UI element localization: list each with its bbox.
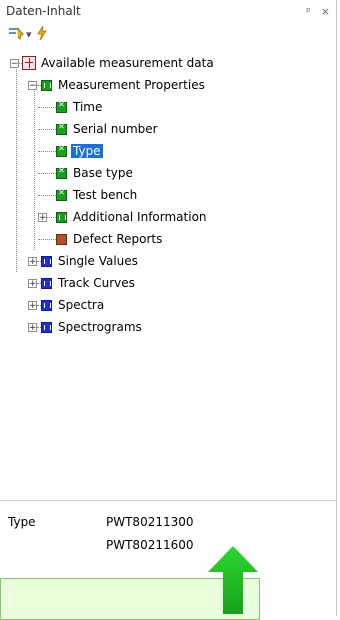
details-value-1: PWT80211300: [106, 515, 194, 529]
measurement-tree: − Available measurement data − Measureme…: [10, 52, 330, 338]
up-arrow-icon: [208, 546, 258, 614]
filter-tool-button[interactable]: ▾: [8, 26, 32, 43]
green-check-icon: [56, 166, 67, 179]
tree-item-label: Defect Reports: [73, 232, 163, 246]
green-check-icon: [56, 188, 67, 201]
pin-icon[interactable]: ᵖ: [306, 5, 311, 18]
tree-item-defect-reports[interactable]: Defect Reports: [10, 228, 330, 250]
filter-tool-icon: [8, 26, 24, 43]
grid-data-icon: [22, 56, 36, 70]
tree-item-label: Measurement Properties: [58, 78, 205, 92]
collapse-toggle[interactable]: −: [28, 80, 37, 90]
tree-item-spectra[interactable]: + Spectra: [10, 294, 330, 316]
defect-report-icon: [56, 233, 67, 245]
details-value-2: PWT80211600: [106, 538, 194, 552]
lightning-tool-button[interactable]: [36, 25, 48, 43]
tree-item-spectrograms[interactable]: + Spectrograms: [10, 316, 330, 338]
collapse-toggle[interactable]: −: [10, 58, 19, 68]
tree-item-label: Single Values: [58, 254, 138, 268]
tree-item-label: Spectrograms: [58, 320, 142, 334]
lightning-icon: [36, 25, 48, 43]
tree-item-label: Track Curves: [58, 276, 135, 290]
titlebar-buttons: ᵖ ×: [306, 5, 330, 18]
tree-item-additional-information[interactable]: + Additional Information: [10, 206, 330, 228]
close-icon[interactable]: ×: [321, 5, 330, 18]
green-check-icon: [56, 100, 67, 113]
panel-title: Daten-Inhalt: [6, 4, 81, 18]
tree-item-label: Additional Information: [73, 210, 207, 224]
tree-item-label-selected: Type: [71, 144, 103, 158]
details-field-name: Type: [8, 515, 36, 529]
tree-item-label: Base type: [73, 166, 133, 180]
panel-titlebar: Daten-Inhalt ᵖ ×: [0, 0, 336, 22]
tree-item-single-values[interactable]: + Single Values: [10, 250, 330, 272]
chevron-down-icon: ▾: [26, 27, 32, 41]
tree-item-base-type[interactable]: Base type: [10, 162, 330, 184]
tree-item-label: Spectra: [58, 298, 105, 312]
green-folder-icon: [56, 211, 67, 223]
tree-item-time[interactable]: Time: [10, 96, 330, 118]
blue-folder-icon: [41, 255, 52, 267]
data-content-panel: Daten-Inhalt ᵖ × ▾ − Available measureme…: [0, 0, 337, 617]
expand-toggle[interactable]: +: [28, 300, 37, 310]
tree-item-track-curves[interactable]: + Track Curves: [10, 272, 330, 294]
green-folder-icon: [41, 79, 52, 91]
tree-item-label: Test bench: [73, 188, 138, 202]
expand-toggle[interactable]: +: [38, 212, 47, 222]
panel-toolbar: ▾: [0, 22, 336, 46]
blue-folder-icon: [41, 277, 52, 289]
green-check-icon: [56, 144, 67, 157]
tree-item-measurement-properties[interactable]: − Measurement Properties: [10, 74, 330, 96]
tree-root-row[interactable]: − Available measurement data: [10, 52, 330, 74]
expand-toggle[interactable]: +: [28, 322, 37, 332]
blue-folder-icon: [41, 321, 52, 333]
tree-item-serial-number[interactable]: Serial number: [10, 118, 330, 140]
tree-item-test-bench[interactable]: Test bench: [10, 184, 330, 206]
tree-item-label: Serial number: [73, 122, 158, 136]
expand-toggle[interactable]: +: [28, 256, 37, 266]
tree-root-label: Available measurement data: [41, 56, 214, 70]
blue-folder-icon: [41, 299, 52, 311]
expand-toggle[interactable]: +: [28, 278, 37, 288]
tree-item-label: Time: [73, 100, 103, 114]
tree-item-type[interactable]: Type: [10, 140, 330, 162]
green-check-icon: [56, 122, 67, 135]
